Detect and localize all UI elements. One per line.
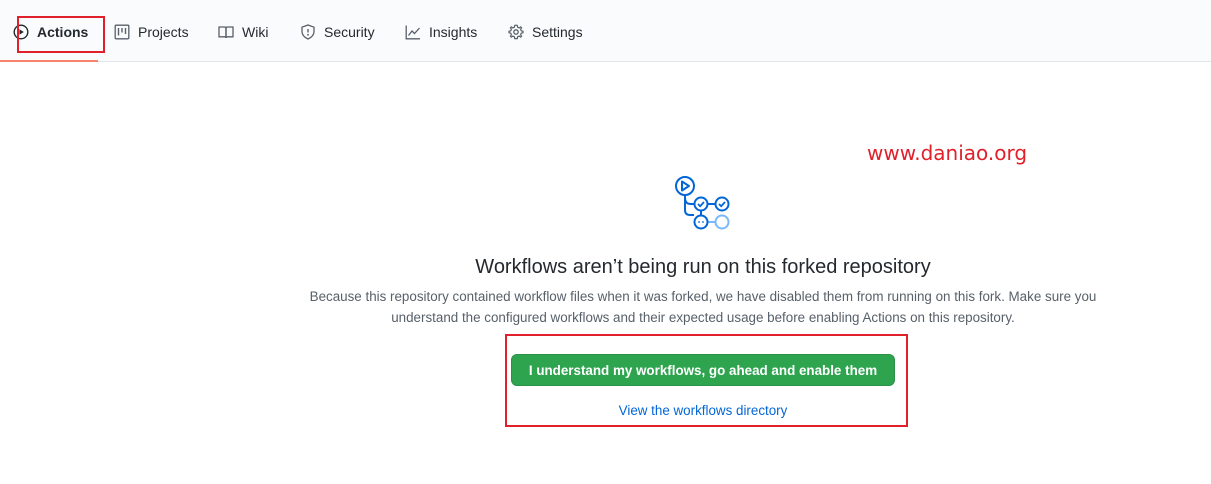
tab-label: Settings — [532, 24, 583, 40]
tab-security[interactable]: Security — [300, 16, 375, 48]
tab-wiki[interactable]: Wiki — [218, 16, 268, 48]
tab-label: Insights — [429, 24, 478, 40]
gear-icon — [508, 24, 524, 40]
tab-label: Wiki — [242, 24, 269, 40]
page: Actions Projects Wiki Security Insights — [0, 0, 1211, 484]
tab-settings[interactable]: Settings — [508, 16, 583, 48]
tab-label: Security — [324, 24, 375, 40]
shield-icon — [300, 24, 316, 40]
watermark-text: www.daniao.org — [867, 141, 1028, 165]
tab-insights[interactable]: Insights — [405, 16, 477, 48]
repo-tab-bar: Actions Projects Wiki Security Insights — [0, 0, 1211, 62]
book-icon — [218, 24, 234, 40]
project-icon — [114, 24, 130, 40]
workflow-illustration-icon — [671, 174, 735, 234]
tab-label: Projects — [138, 24, 189, 40]
blankslate-title: Workflows aren’t being run on this forke… — [475, 256, 931, 278]
tab-projects[interactable]: Projects — [114, 16, 189, 48]
selected-tab-underline — [0, 60, 98, 62]
annotation-box-enable — [505, 334, 908, 427]
annotation-box-actions — [17, 16, 105, 53]
blankslate-description: Because this repository contained workfl… — [309, 289, 1097, 325]
graph-icon — [405, 24, 421, 40]
